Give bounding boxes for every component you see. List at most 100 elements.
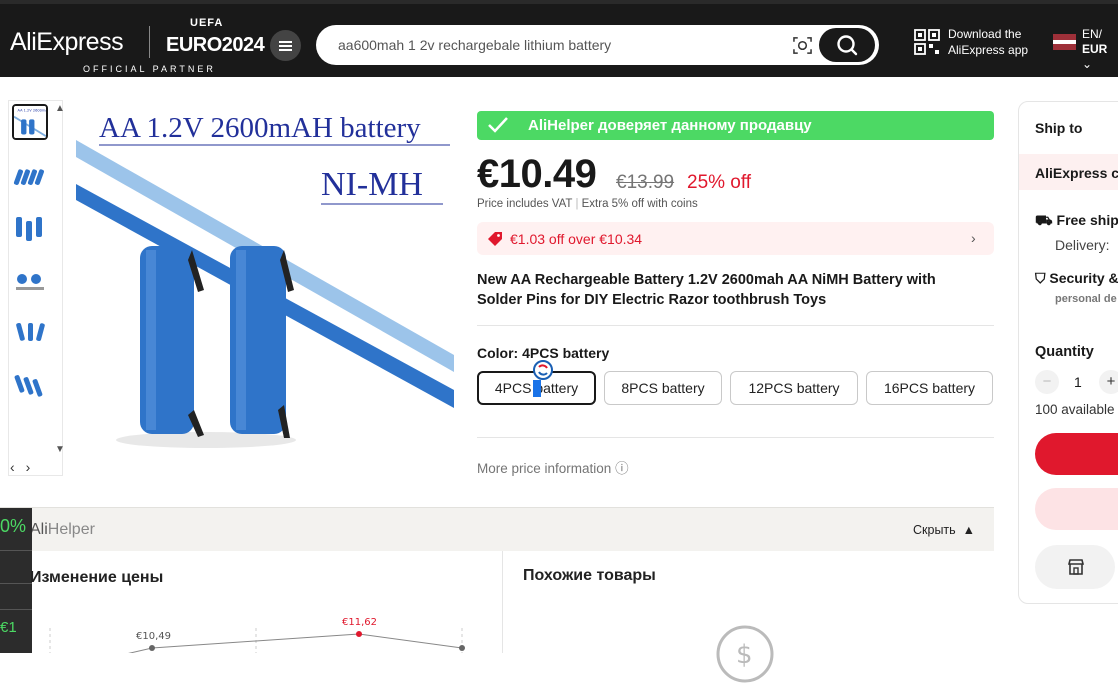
aliexpress-logo[interactable]: AliExpress [10,28,124,57]
original-price: €13.99 [616,172,675,193]
thumbnail-3[interactable] [12,209,48,245]
scroll-up-icon[interactable]: ▲ [55,103,65,114]
download-line1: Download the [948,27,1022,41]
image-search-icon[interactable] [793,36,812,55]
product-image-art: AA 1.2V 2600mAH battery NI-MH [76,112,454,448]
price-change-title: Изменение цены [30,569,164,586]
side-value: €1 [0,619,17,636]
thumbnail-1[interactable]: AA 1.2V 2600mAh [12,104,48,140]
discount-badge: 25% off [687,172,752,193]
alihelper-banner-text: AliHelper доверяет данному продавцу [528,117,812,134]
option-12pcs[interactable]: 12PCS battery [730,371,858,405]
main-product-image[interactable]: AA 1.2V 2600mAH battery NI-MH [76,100,454,478]
scroll-down-icon[interactable]: ▼ [55,444,65,455]
image-title-text: AA 1.2V 2600mAH battery [99,112,421,144]
svg-text:AA 1.2V 2600mAh: AA 1.2V 2600mAh [18,108,48,112]
quantity-decrease-button[interactable]: − [1035,370,1059,394]
quantity-value[interactable]: 1 [1074,374,1082,390]
coupon-text: €1.03 off over €10.34 [510,231,643,247]
thumbnail-nav[interactable]: ‹› [10,459,41,475]
qr-code-icon[interactable] [914,29,940,55]
search-button[interactable] [819,28,875,62]
info-icon: ⓘ [615,461,629,476]
search-bar [316,25,879,65]
chart-point [459,645,465,651]
alihelper-sidebar[interactable]: 0% €1 [0,508,32,653]
top-header: AliExpress UEFA EURO2024 OFFICIAL PARTNE… [0,0,1118,77]
alihelper-panel-header: AliHelper Скрыть ▲ [0,507,994,551]
add-to-cart-button[interactable] [1035,488,1118,530]
thumbnail-6[interactable] [12,365,48,401]
language-currency-selector[interactable]: EN/ EUR ⌄ [1082,27,1118,72]
download-app-link[interactable]: Download the AliExpress app [948,26,1028,58]
alihelper-name: AliHelper [30,521,95,539]
price-history-chart: €10,49 €11,62 [49,617,465,653]
alihelper-name-suffix: Helper [47,521,95,538]
chart-point-peak [356,631,362,637]
language-label: EN/ [1082,27,1103,41]
latvia-flag-icon[interactable] [1053,34,1076,50]
purchase-panel: Ship to AliExpress co ⛟ Free ship Delive… [1018,101,1118,604]
delivery-label: Delivery: [1055,237,1110,253]
alihelper-trust-banner: AliHelper доверяет данному продавцу [477,111,994,140]
truck-icon: ⛟ [1035,212,1053,228]
search-icon [837,35,858,56]
store-button[interactable] [1035,545,1115,589]
text-cursor-icon [533,360,553,397]
store-icon [1067,559,1085,575]
personal-data-note: personal de [1055,293,1117,305]
coupon-banner[interactable]: €1.03 off over €10.34 › [477,222,994,255]
price-notes: Price includes VAT | Extra 5% off with c… [477,198,698,210]
coins-note: Extra 5% off with coins [581,198,698,210]
svg-text:$: $ [736,640,753,670]
check-icon [488,117,508,133]
thumbnail-4[interactable] [12,261,48,297]
shipping-carrier[interactable]: AliExpress co [1019,154,1118,190]
chart-point [149,645,155,651]
security-privacy[interactable]: ⛉ Security & [1035,270,1118,287]
divider [477,437,994,438]
quantity-increase-button[interactable]: + [1099,370,1118,394]
coupon-tag-icon [488,232,502,246]
thumbnail-gallery: AA 1.2V 2600mAh ▲ ▼ [8,100,65,476]
download-line2: AliExpress app [948,43,1029,57]
official-partner-label: OFFICIAL PARTNER [83,64,216,74]
logo-text: AliExpress [10,28,124,56]
option-16pcs[interactable]: 16PCS battery [866,371,993,405]
security-text: Security & [1049,270,1118,286]
dollar-icon: $ [716,625,774,683]
quantity-label: Quantity [1035,344,1094,360]
side-percent: 0% [0,516,27,536]
chart-label-peak: €11,62 [342,617,377,628]
menu-icon[interactable] [270,30,301,61]
buy-now-button[interactable] [1035,433,1118,475]
shield-icon: ⛉ [1035,270,1046,286]
color-label: Color: 4PCS battery [477,345,610,361]
hide-text: Скрыть [913,523,956,537]
currency-label: EUR [1082,42,1108,56]
current-price: €10.49 [477,152,597,196]
option-8pcs[interactable]: 8PCS battery [604,371,722,405]
thumbnail-5[interactable] [12,313,48,349]
carrier-text: AliExpress co [1035,165,1118,181]
euro2024-logo: EURO2024 [166,34,265,56]
ship-to-label[interactable]: Ship to [1035,120,1082,136]
hide-button[interactable]: Скрыть ▲ [913,523,975,537]
vertical-divider [502,551,503,653]
uefa-label: UEFA [190,17,224,29]
alihelper-name-prefix: Ali [30,521,48,538]
product-title: New AA Rechargeable Battery 1.2V 2600mah… [477,272,936,308]
more-price-info-link[interactable]: More price information ⓘ [477,457,629,477]
image-subtitle-text: NI-MH [321,166,423,203]
thumbnail-scrollbar[interactable]: ▲ ▼ [55,101,65,461]
free-shipping: ⛟ Free ship [1035,212,1118,231]
divider [477,325,994,326]
available-count: 100 available [1035,402,1115,417]
search-input[interactable] [338,34,778,56]
logo-divider [149,26,150,58]
chevron-right-icon: › [971,230,976,246]
free-ship-text: Free ship [1056,212,1118,228]
vat-note: Price includes VAT [477,198,573,210]
thumbnail-2[interactable] [12,157,48,193]
similar-products-title: Похожие товары [523,567,656,584]
